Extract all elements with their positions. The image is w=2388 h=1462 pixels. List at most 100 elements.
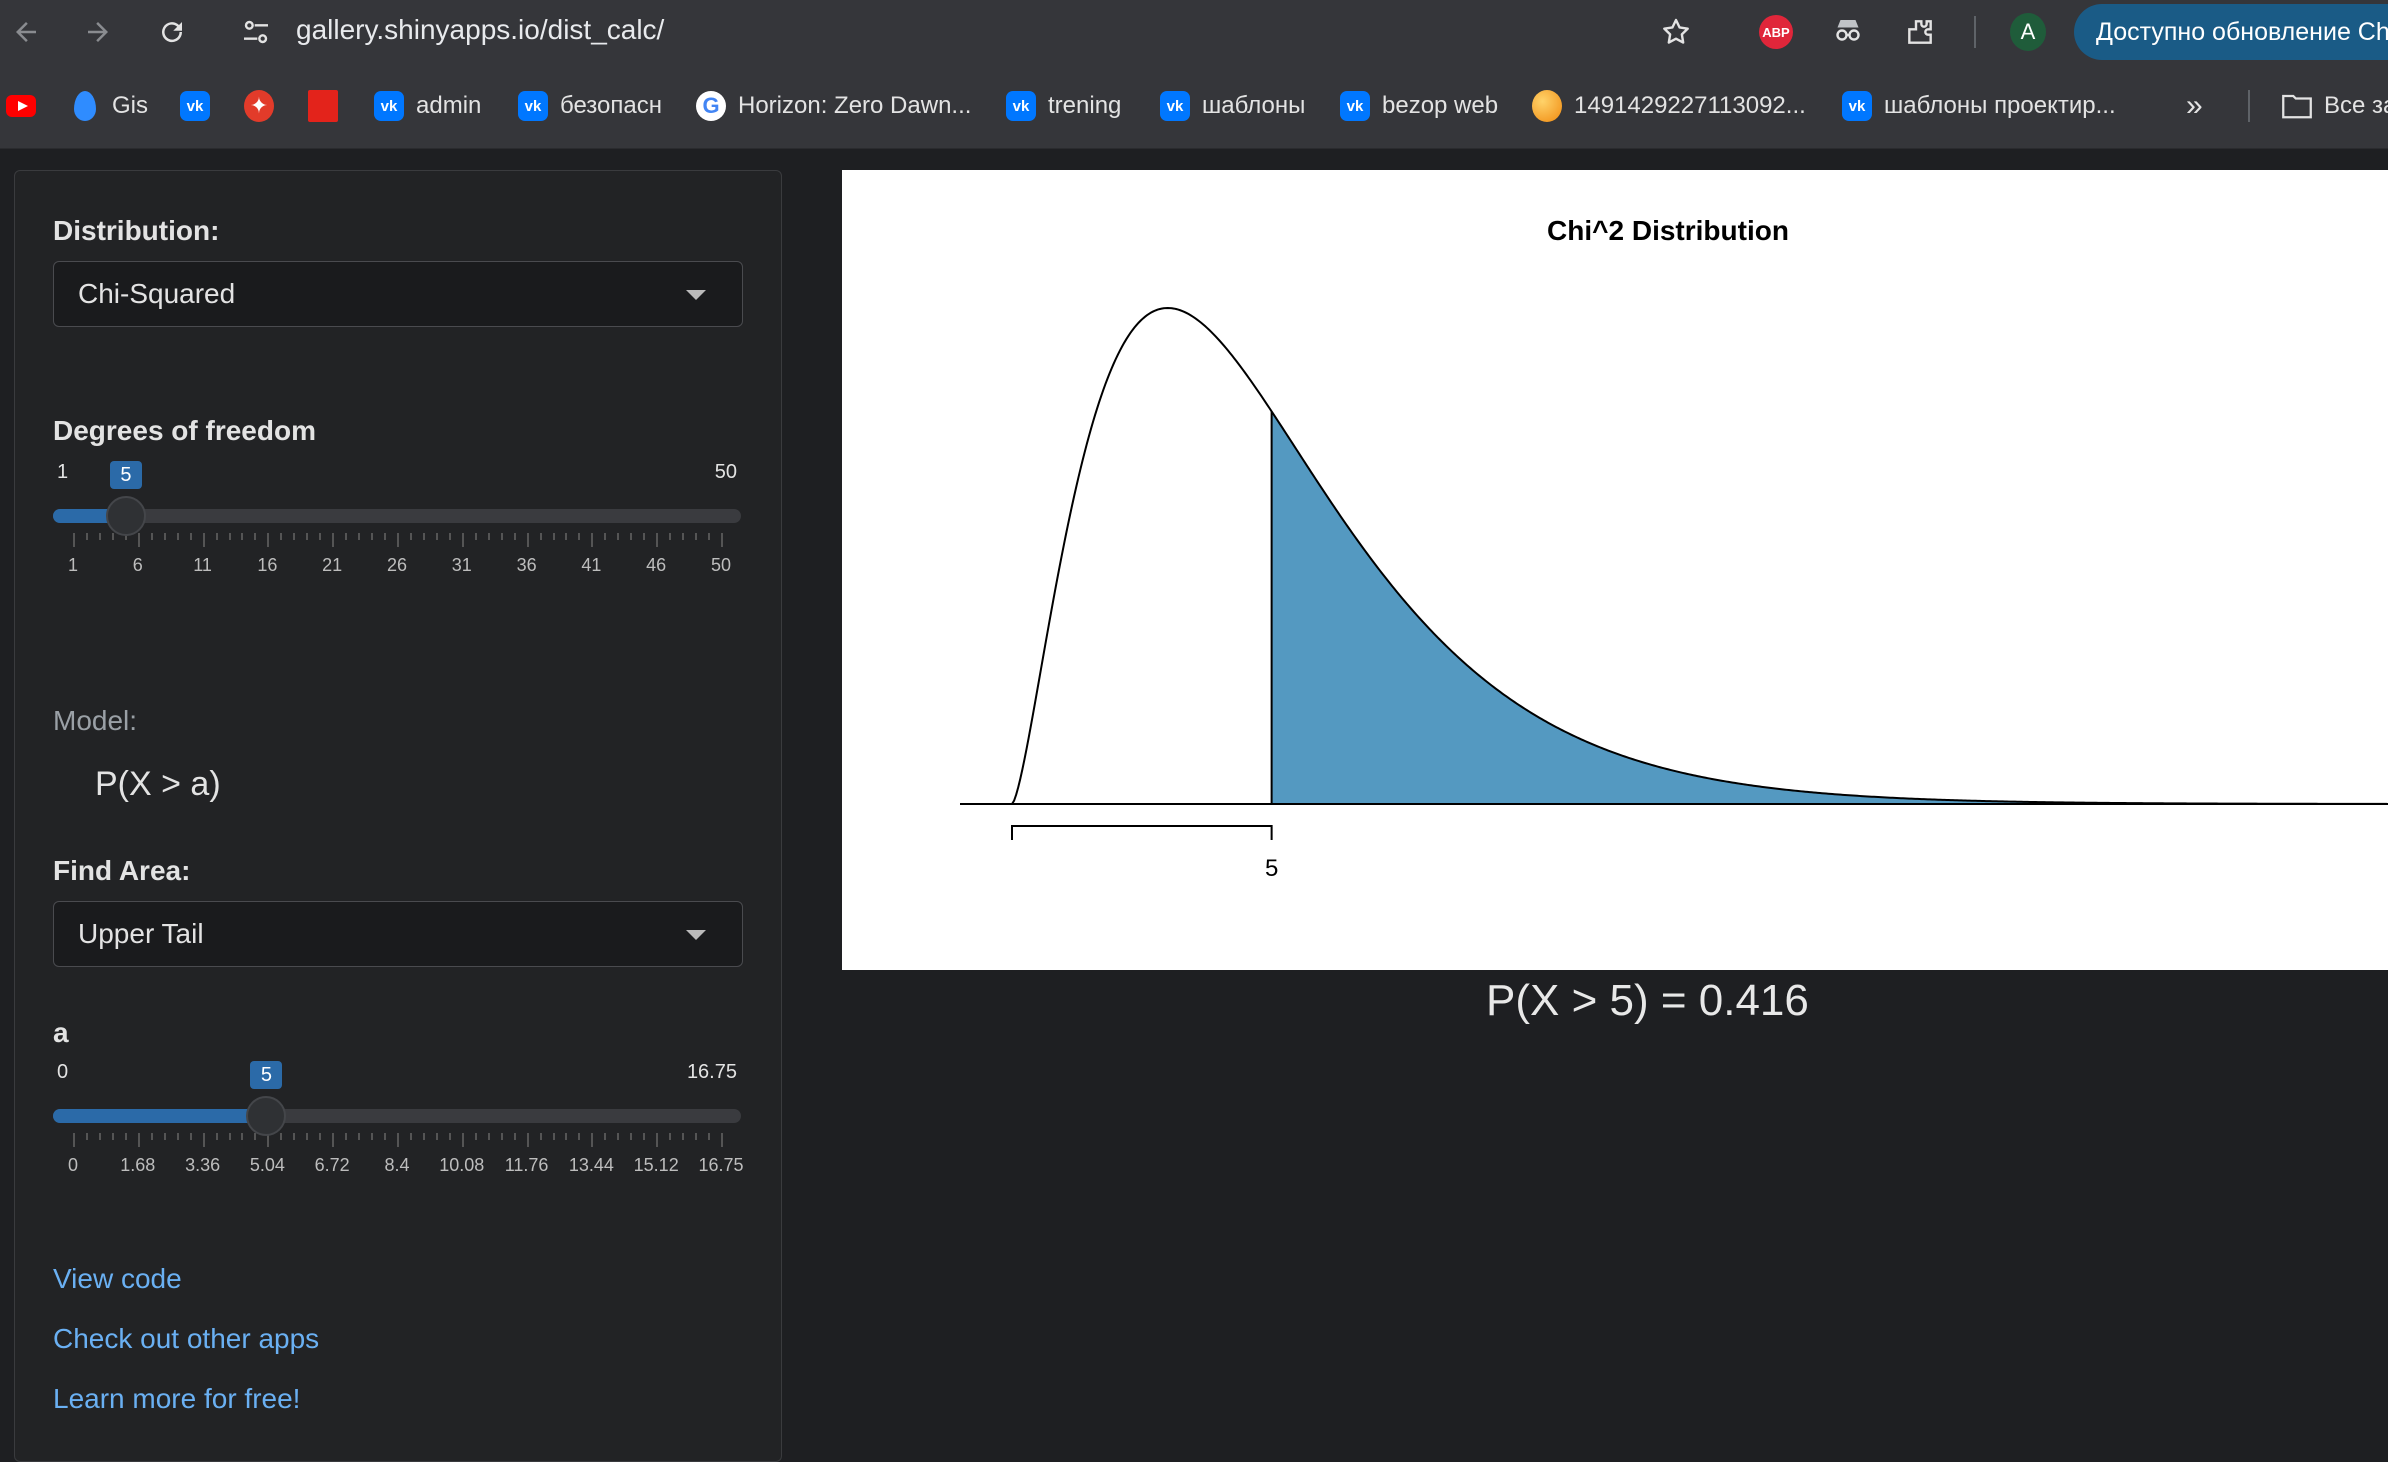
adblock-plus-icon[interactable]: ABP (1758, 14, 1794, 50)
slider-tick-label: 41 (581, 555, 602, 575)
chevron-down-icon (686, 290, 706, 300)
slider-tick-label: 50 (710, 555, 732, 575)
slider-track[interactable] (53, 509, 741, 523)
slider-minor-tick (604, 533, 607, 540)
bookmark-trening[interactable]: vk trening (1006, 86, 1121, 126)
a-slider[interactable]: 0 16.75 5 0 1.68 3.36 5.04 6.72 8.4 10.08 11.76… (53, 1061, 744, 1181)
slider-tick-label: 16.75 (698, 1155, 744, 1175)
df-label: Degrees of freedom (53, 415, 316, 446)
slider-minor-tick (643, 1133, 646, 1140)
slider-minor-tick (254, 533, 257, 540)
bookmark-shablony[interactable]: vk шаблоны (1160, 86, 1305, 126)
slider-tick-label: 3.36 (185, 1155, 221, 1175)
slider-minor-tick (163, 1133, 166, 1140)
slider-minor-tick (319, 1133, 322, 1140)
slider-handle[interactable] (246, 1096, 287, 1136)
bookmark-youtube[interactable] (6, 86, 48, 126)
slider-minor-tick (228, 533, 231, 540)
slider-minor-tick (241, 1133, 244, 1140)
slider-minor-tick (448, 533, 451, 540)
slider-minor-tick (565, 1133, 568, 1140)
slider-minor-tick (500, 1133, 503, 1140)
distribution-select[interactable]: Chi-Squared (53, 261, 743, 327)
slider-tick-label: 0 (67, 1155, 79, 1175)
slider-min-label: 1 (57, 461, 69, 483)
slider-tick-label: 21 (322, 555, 343, 575)
slider-major-tick (73, 533, 75, 547)
slider-minor-tick (98, 1133, 101, 1140)
plot-svg: Chi^2 Distribution 5 (960, 215, 2388, 882)
toolbar-separator (1974, 16, 1976, 48)
slider-minor-tick (552, 533, 555, 540)
model-label: Model: (53, 705, 138, 736)
forward-button[interactable] (78, 12, 118, 52)
learn-more-link[interactable]: Learn more for free! (53, 1383, 300, 1415)
slider-minor-tick (85, 1133, 88, 1140)
view-code-link[interactable]: View code (53, 1263, 182, 1295)
bookmark-shablony-proektir[interactable]: vk шаблоны проектир... (1842, 86, 2116, 126)
slider-max-label: 16.75 (686, 1061, 737, 1083)
bookmark-admin[interactable]: vk admin (374, 86, 481, 126)
bookmark-label: Horizon: Zero Dawn... (738, 92, 972, 119)
red-square-icon (308, 90, 338, 122)
bookmark-red[interactable] (308, 86, 350, 126)
slider-minor-tick (111, 533, 114, 540)
vk-icon: vk (374, 91, 404, 121)
address-bar[interactable]: gallery.shinyapps.io/dist_calc/ (296, 14, 664, 46)
all-bookmarks-folder[interactable]: Все за (2282, 86, 2388, 126)
probability-result: P(X > 5) = 0.416 (1486, 976, 1809, 1025)
find-area-select[interactable]: Upper Tail (53, 901, 743, 967)
bookmark-bezopasn[interactable]: vk безопасн (518, 86, 662, 126)
slider-minor-tick (228, 1133, 231, 1140)
profile-avatar[interactable]: A (2010, 13, 2046, 51)
slider-major-tick (656, 1133, 659, 1147)
other-apps-link[interactable]: Check out other apps (53, 1323, 319, 1355)
bookmark-vk[interactable]: vk (180, 86, 222, 126)
slider-minor-tick (280, 1133, 283, 1140)
bookmark-star-icon[interactable] (1658, 14, 1694, 50)
slider-tick-label: 1.68 (120, 1155, 156, 1175)
bookmark-gis[interactable]: Gis (70, 86, 148, 126)
bookmark-number[interactable]: 1491429227113092... (1532, 86, 1806, 126)
slider-minor-tick (215, 1133, 218, 1140)
site-settings-icon[interactable] (240, 16, 272, 48)
df-slider[interactable]: 1 50 5 1 6 11 16 21 26 31 36 41 46 50 (53, 461, 741, 581)
slider-minor-tick (435, 1133, 438, 1140)
bookmark-bezop-web[interactable]: vk bezop web (1340, 86, 1498, 126)
slider-minor-tick (630, 533, 633, 540)
slider-minor-tick (280, 533, 283, 540)
slider-minor-tick (409, 1133, 412, 1140)
slider-minor-tick (708, 1133, 711, 1140)
slider-tick-label: 31 (451, 555, 472, 575)
vk-icon: vk (180, 91, 210, 121)
back-button[interactable] (6, 12, 46, 52)
slider-tick-label: 10.08 (439, 1155, 485, 1175)
slider-tick-label: 11 (193, 555, 212, 575)
slider-tick-label: 13.44 (568, 1155, 614, 1175)
slider-minor-tick (565, 533, 568, 540)
slider-minor-tick (695, 533, 698, 540)
update-chrome-button[interactable]: Доступно обновление Chr (2074, 4, 2388, 60)
slider-minor-tick (85, 533, 88, 540)
slider-minor-tick (371, 533, 374, 540)
spy-extension-icon[interactable] (1830, 14, 1866, 50)
slider-minor-tick (293, 533, 296, 540)
slider-minor-tick (539, 1133, 542, 1140)
interval-bracket (1011, 825, 1273, 840)
extensions-puzzle-icon[interactable] (1902, 14, 1938, 50)
bookmarks-more-button[interactable]: » (2186, 86, 2203, 126)
bookmark-horizon[interactable]: G Horizon: Zero Dawn... (696, 86, 971, 126)
reload-button[interactable] (152, 12, 192, 52)
slider-minor-tick (669, 533, 672, 540)
slider-minor-tick (669, 1133, 672, 1140)
bookmark-zen[interactable]: ✦ (244, 86, 286, 126)
slider-minor-tick (682, 533, 685, 540)
slider-handle[interactable] (105, 496, 146, 536)
gis-icon (70, 91, 100, 121)
bookmark-label: admin (416, 92, 482, 119)
slider-value-bubble: 5 (109, 461, 142, 489)
bookmark-label: безопасн (560, 92, 662, 119)
vk-icon: vk (1160, 91, 1190, 121)
slider-minor-tick (176, 533, 179, 540)
slider-minor-tick (617, 533, 620, 540)
